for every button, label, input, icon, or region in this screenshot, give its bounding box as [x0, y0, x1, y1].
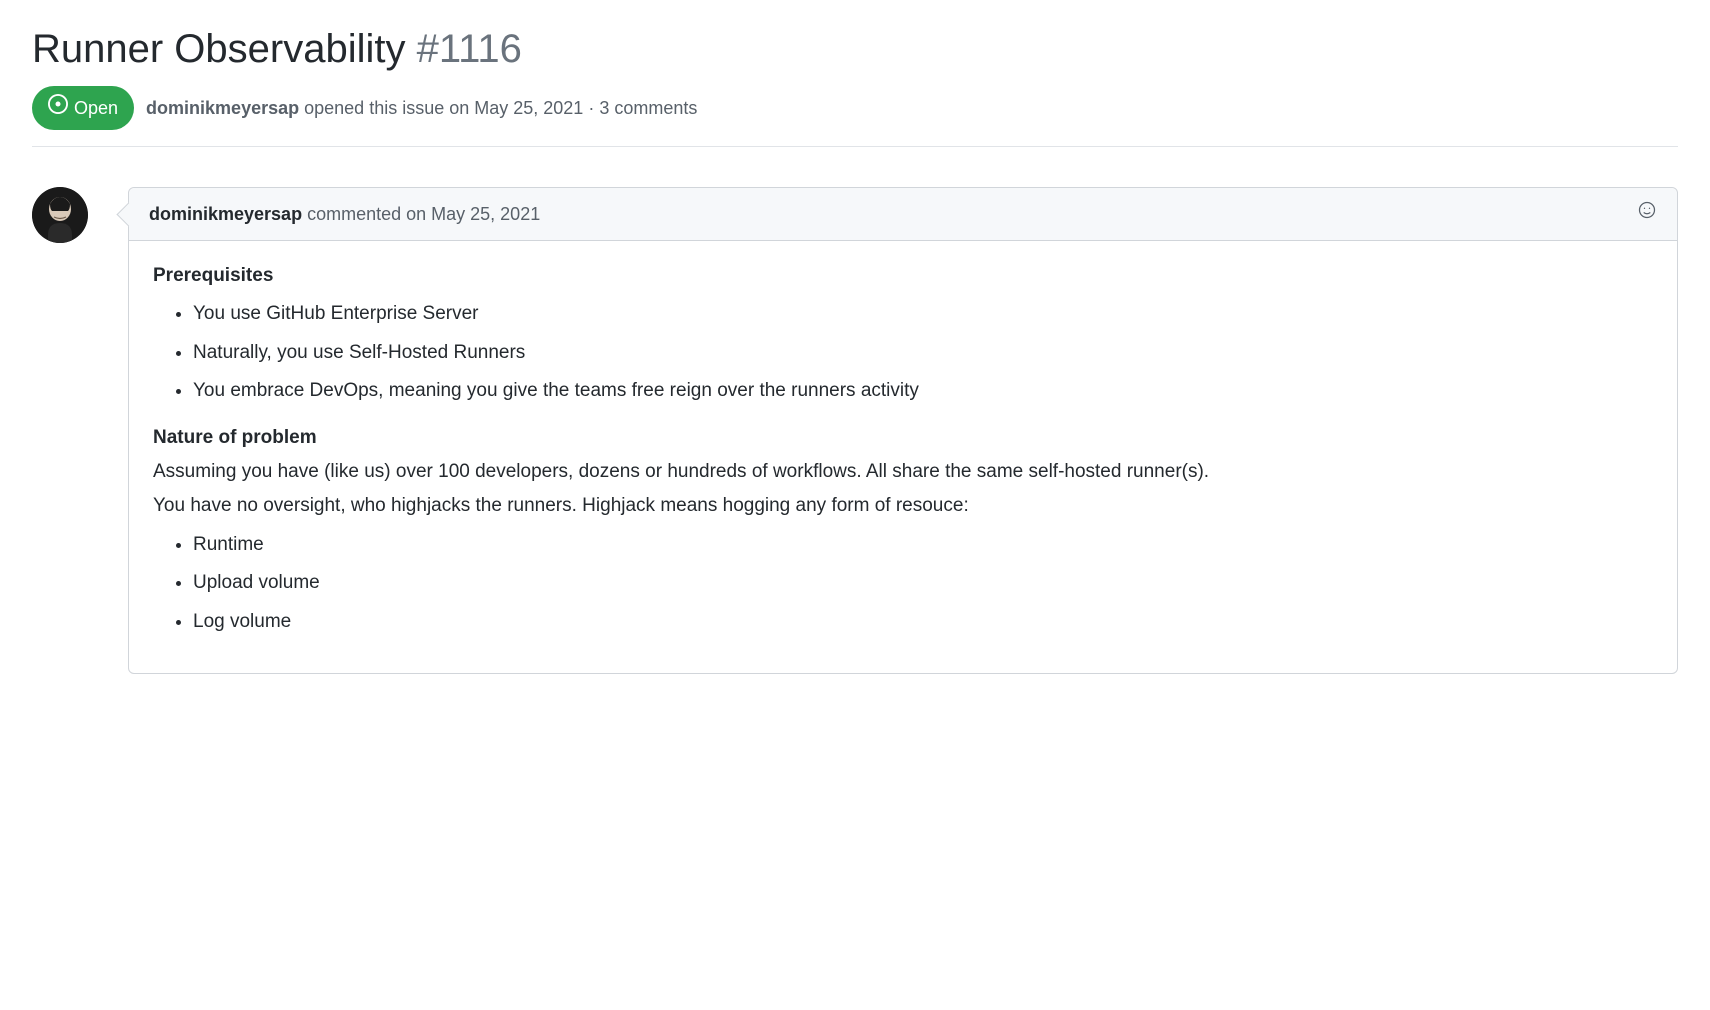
- list-item: Log volume: [193, 607, 1653, 637]
- list-item: Runtime: [193, 530, 1653, 560]
- avatar[interactable]: [32, 187, 88, 243]
- issue-number: #1116: [417, 27, 522, 71]
- smiley-icon[interactable]: [1637, 200, 1657, 228]
- state-badge-open: Open: [32, 86, 134, 130]
- comment-header: dominikmeyersap commented on May 25, 202…: [129, 188, 1677, 241]
- issue-author-link[interactable]: dominikmeyersap: [146, 98, 299, 118]
- prerequisites-list: You use GitHub Enterprise Server Natural…: [153, 299, 1653, 406]
- opened-text: opened this issue on May 25, 2021: [304, 98, 583, 118]
- list-item: Naturally, you use Self-Hosted Runners: [193, 338, 1653, 368]
- meta-separator: ·: [588, 98, 594, 118]
- list-item: Upload volume: [193, 568, 1653, 598]
- comment-box: dominikmeyersap commented on May 25, 202…: [128, 187, 1678, 674]
- comment-body: Prerequisites You use GitHub Enterprise …: [129, 241, 1677, 673]
- comment-author-link[interactable]: dominikmeyersap: [149, 204, 302, 224]
- state-badge-label: Open: [74, 95, 118, 122]
- nature-list: Runtime Upload volume Log volume: [153, 530, 1653, 637]
- issue-open-icon: [48, 94, 68, 122]
- nature-para-1: Assuming you have (like us) over 100 dev…: [153, 457, 1653, 487]
- comments-count: 3 comments: [599, 98, 697, 118]
- nature-para-2: You have no oversight, who highjacks the…: [153, 491, 1653, 521]
- discussion: dominikmeyersap commented on May 25, 202…: [32, 147, 1678, 674]
- issue-title: Runner Observability #1116: [32, 24, 1678, 74]
- issue-title-text: Runner Observability: [32, 27, 406, 71]
- avatar-column: [32, 187, 128, 674]
- prerequisites-title: Prerequisites: [153, 261, 1653, 291]
- issue-meta-text: dominikmeyersap opened this issue on May…: [146, 95, 697, 122]
- comment-header-right: [1637, 200, 1657, 228]
- nature-title: Nature of problem: [153, 423, 1653, 453]
- issue-meta: Open dominikmeyersap opened this issue o…: [32, 86, 1678, 130]
- commented-text: commented on May 25, 2021: [307, 204, 540, 224]
- comment-header-left: dominikmeyersap commented on May 25, 202…: [149, 201, 540, 228]
- list-item: You use GitHub Enterprise Server: [193, 299, 1653, 329]
- issue-header: Runner Observability #1116 Open dominikm…: [32, 0, 1678, 147]
- list-item: You embrace DevOps, meaning you give the…: [193, 376, 1653, 406]
